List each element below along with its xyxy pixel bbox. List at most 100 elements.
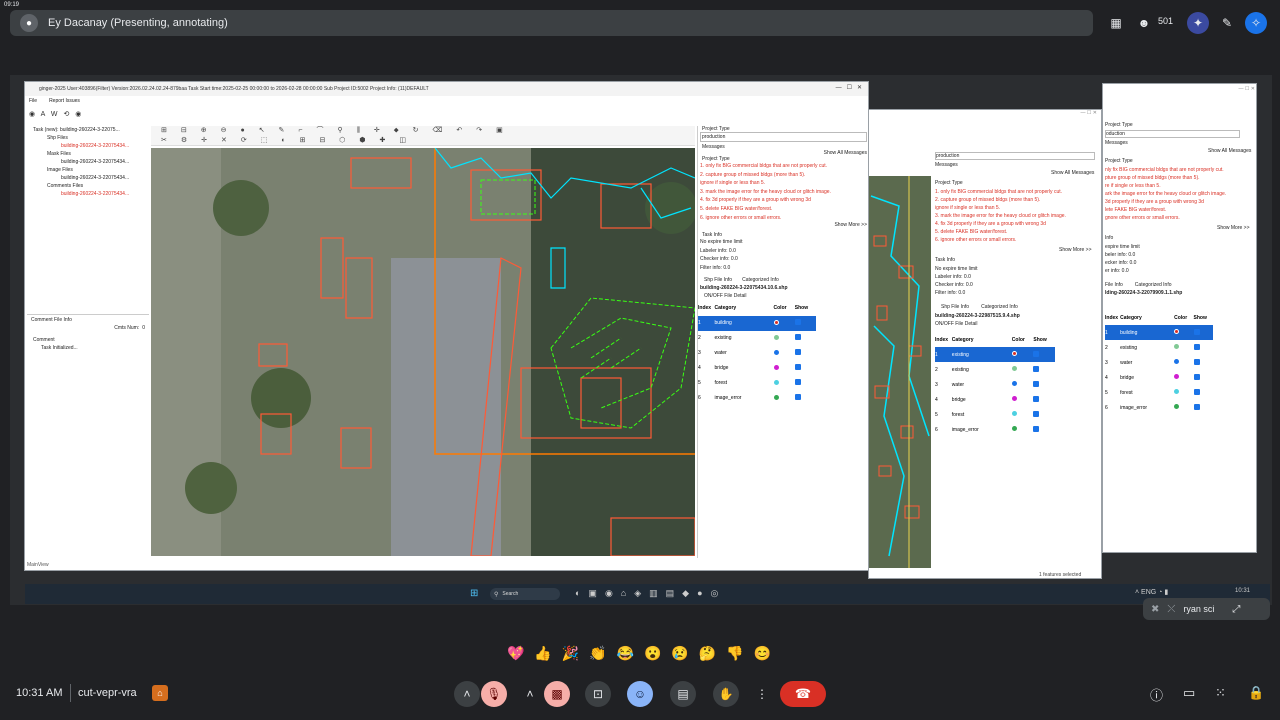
show-checkbox[interactable] bbox=[1193, 403, 1213, 412]
table-row[interactable]: 3 water bbox=[698, 346, 816, 361]
column-header[interactable]: Color bbox=[1174, 315, 1193, 321]
tree-comments-files[interactable]: Comments Files bbox=[27, 182, 149, 190]
column-header[interactable]: Category bbox=[715, 305, 774, 311]
tree-mask-files[interactable]: Mask Files bbox=[27, 150, 149, 158]
taskbar-apps[interactable]: ◐▣◉⌂◈▥▤◆●◎ bbox=[575, 588, 726, 599]
mic-toggle-button[interactable]: 🎙 bbox=[481, 681, 507, 707]
show-checkbox[interactable] bbox=[1033, 365, 1055, 374]
row-color-swatch[interactable] bbox=[1011, 381, 1034, 388]
video-options-icon[interactable]: ˄ bbox=[517, 681, 543, 707]
column-header[interactable]: Category bbox=[952, 337, 1012, 343]
column-header[interactable]: Index bbox=[698, 305, 715, 311]
tree-comments-item[interactable]: building-260224-3-22075434... bbox=[27, 190, 149, 198]
menu-report-issues[interactable]: Report Issues bbox=[49, 98, 80, 104]
show-checkbox[interactable] bbox=[1033, 410, 1055, 419]
show-more-link[interactable]: Show More >> bbox=[1059, 247, 1092, 253]
row-color-swatch[interactable] bbox=[1011, 351, 1034, 358]
captions-button[interactable]: ▤ bbox=[670, 681, 696, 707]
emoji-button[interactable]: ☺ bbox=[627, 681, 653, 707]
chat-icon[interactable]: ▭ bbox=[1183, 685, 1195, 701]
column-header[interactable]: Index bbox=[935, 337, 952, 343]
column-header[interactable]: Show bbox=[1033, 337, 1055, 343]
table-row[interactable]: 4 bridge bbox=[1105, 370, 1213, 385]
show-checkbox[interactable] bbox=[1193, 358, 1213, 367]
column-header[interactable]: Category bbox=[1120, 315, 1174, 321]
show-checkbox[interactable] bbox=[1193, 343, 1213, 352]
column-header[interactable]: Color bbox=[1012, 337, 1034, 343]
row-color-swatch[interactable] bbox=[1174, 374, 1193, 381]
table-row[interactable]: 1 building bbox=[698, 315, 816, 331]
row-color-swatch[interactable] bbox=[1174, 329, 1193, 336]
start-icon[interactable]: ⊞ bbox=[470, 588, 478, 599]
tree-image-item[interactable]: building-260224-3-22075434... bbox=[27, 174, 149, 182]
reaction-emoji[interactable]: 🤔 bbox=[697, 642, 718, 664]
column-header[interactable]: Index bbox=[1105, 315, 1120, 321]
tab-shp-file-info[interactable]: Shp File Info bbox=[704, 277, 732, 283]
show-checkbox[interactable] bbox=[1033, 425, 1055, 434]
row-color-swatch[interactable] bbox=[773, 334, 795, 342]
project-type-field[interactable]: production bbox=[700, 132, 867, 142]
show-checkbox[interactable] bbox=[1033, 350, 1055, 359]
reaction-emoji[interactable]: 😂 bbox=[615, 642, 636, 664]
show-checkbox[interactable] bbox=[1193, 388, 1213, 397]
row-color-swatch[interactable] bbox=[1174, 344, 1193, 351]
apps-icon[interactable]: ✦ bbox=[1187, 12, 1209, 34]
tab-categorized-info[interactable]: Categorized Info bbox=[1135, 282, 1172, 288]
reaction-emoji[interactable]: 👏 bbox=[587, 642, 608, 664]
row-color-swatch[interactable] bbox=[773, 319, 795, 327]
main-window-controls[interactable]: — ☐ ✕ bbox=[836, 84, 862, 91]
tree-image-files[interactable]: Image Files bbox=[27, 166, 149, 174]
tree-shp-files[interactable]: Shp Files bbox=[27, 134, 149, 142]
activities-icon[interactable]: ⁙ bbox=[1215, 685, 1226, 701]
table-row[interactable]: 2 existing bbox=[935, 362, 1055, 377]
show-checkbox[interactable] bbox=[794, 364, 816, 372]
system-tray[interactable]: ˄ ENG ◔ ▮ bbox=[1135, 588, 1168, 596]
audio-options-icon[interactable]: ˄ bbox=[454, 681, 480, 707]
tree-root[interactable]: Task (new): building-260224-3-22075... bbox=[27, 126, 149, 134]
onoff-file-detail[interactable]: ON/OFF File Detail bbox=[698, 293, 869, 299]
row-color-swatch[interactable] bbox=[1011, 396, 1034, 403]
self-video-tile[interactable]: ✖ ⤬ ryan sci ⤢ bbox=[1143, 598, 1270, 620]
host-lock-icon[interactable]: 🔒 bbox=[1248, 685, 1264, 701]
taskbar-search[interactable]: ⚲ Search bbox=[490, 588, 560, 600]
table-row[interactable]: 5 forest bbox=[935, 407, 1055, 422]
table-row[interactable]: 6 image_error bbox=[698, 391, 816, 406]
show-checkbox[interactable] bbox=[794, 394, 816, 402]
show-checkbox[interactable] bbox=[1033, 380, 1055, 389]
row-color-swatch[interactable] bbox=[1011, 366, 1034, 373]
row-color-swatch[interactable] bbox=[773, 349, 795, 357]
column-header[interactable]: Show bbox=[1194, 315, 1213, 321]
screen-off-icon[interactable]: ▦ bbox=[1105, 12, 1127, 34]
table-row[interactable]: 5 forest bbox=[1105, 385, 1213, 400]
column-header[interactable]: Show bbox=[795, 305, 816, 311]
tab-shp-file-info[interactable]: Shp File Info bbox=[941, 304, 969, 310]
map-view-middle[interactable] bbox=[869, 176, 931, 568]
show-checkbox[interactable] bbox=[794, 334, 816, 342]
row-color-swatch[interactable] bbox=[773, 394, 795, 402]
table-row[interactable]: 3 water bbox=[1105, 355, 1213, 370]
tree-mask-item[interactable]: building-260224-3-22075434... bbox=[27, 158, 149, 166]
table-row[interactable]: 3 water bbox=[935, 377, 1055, 392]
tab-categorized-info[interactable]: Categorized Info bbox=[981, 304, 1018, 310]
menu-file[interactable]: File bbox=[29, 98, 37, 104]
window-controls-right[interactable]: — ☐ ✕ bbox=[1105, 86, 1255, 92]
table-row[interactable]: 4 bridge bbox=[698, 361, 816, 376]
table-row[interactable]: 2 existing bbox=[1105, 340, 1213, 355]
host-controls-icon[interactable]: ⌂ bbox=[152, 685, 168, 701]
onoff-file-detail[interactable]: ON/OFF File Detail bbox=[935, 321, 978, 327]
table-row[interactable]: 4 bridge bbox=[935, 392, 1055, 407]
project-type-field[interactable]: oduction bbox=[1105, 130, 1240, 138]
show-all-messages-link[interactable]: Show All Messages bbox=[1208, 148, 1251, 154]
show-more-link[interactable]: Show More >> bbox=[1217, 225, 1250, 231]
row-color-swatch[interactable] bbox=[773, 364, 795, 372]
present-button[interactable]: ⊡ bbox=[585, 681, 611, 707]
more-options-button[interactable]: ⋮ bbox=[749, 681, 775, 707]
show-checkbox[interactable] bbox=[1193, 328, 1213, 337]
info-icon[interactable]: ⓘ bbox=[1150, 685, 1163, 704]
mini-toolbar[interactable]: ◉ A W ⟲ ◉ bbox=[29, 110, 83, 118]
reaction-emoji[interactable]: 😢 bbox=[669, 642, 690, 664]
row-color-swatch[interactable] bbox=[1174, 389, 1193, 396]
project-type-field[interactable]: production bbox=[935, 152, 1095, 160]
table-row[interactable]: 6 image_error bbox=[935, 422, 1055, 437]
tab-shp-file-info[interactable]: File Info bbox=[1105, 282, 1123, 288]
